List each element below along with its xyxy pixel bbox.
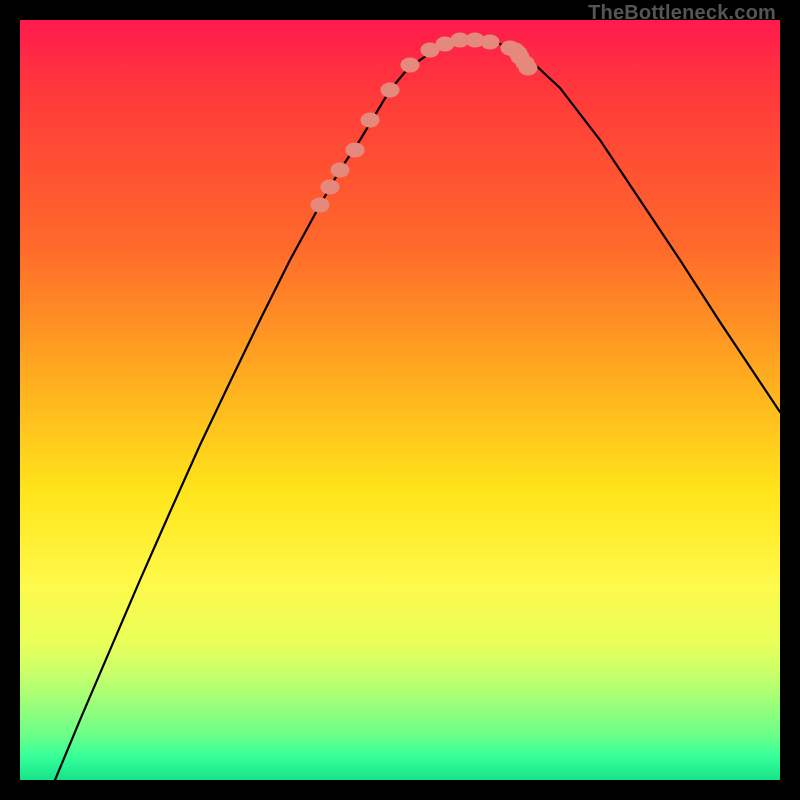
watermark-label: TheBottleneck.com <box>588 2 776 25</box>
curve-marker <box>311 198 329 212</box>
curve-marker <box>321 180 339 194</box>
curve-marker <box>346 143 364 157</box>
marker-group <box>311 33 537 212</box>
curve-marker <box>401 58 419 72</box>
curve-layer <box>20 20 780 780</box>
curve-marker <box>481 35 499 49</box>
curve-marker <box>331 163 349 177</box>
curve-marker <box>381 83 399 97</box>
curve-marker <box>361 113 379 127</box>
plot-area <box>20 20 780 780</box>
curve-marker <box>519 61 537 75</box>
chart-frame: TheBottleneck.com <box>0 0 800 800</box>
bottleneck-curve <box>55 40 780 780</box>
